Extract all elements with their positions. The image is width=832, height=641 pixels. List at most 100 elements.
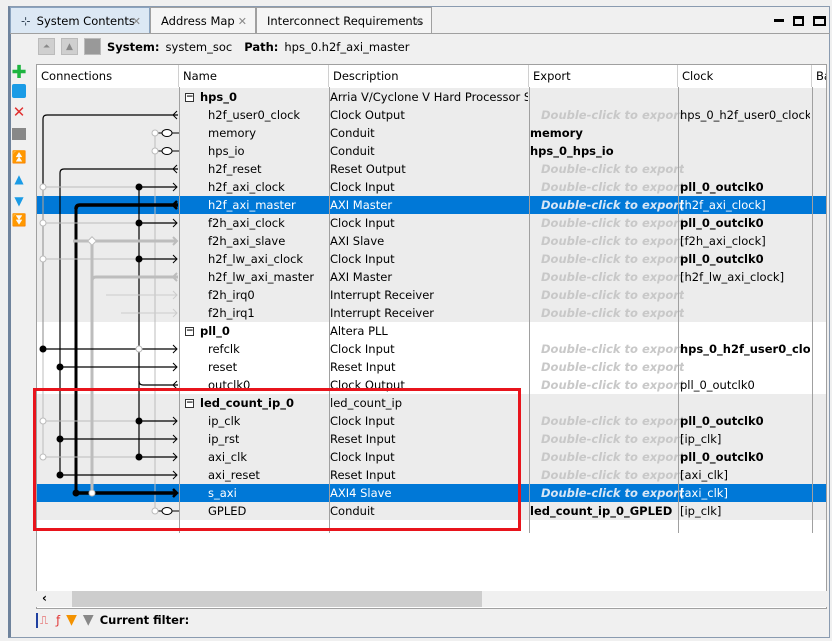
conduit-dot[interactable] xyxy=(151,147,159,155)
close-icon[interactable]: ✕ xyxy=(414,15,423,28)
conduit-icon[interactable] xyxy=(161,147,173,155)
column-header-clock[interactable]: Clock xyxy=(678,65,812,87)
interface-name[interactable]: f2h_irq1 xyxy=(208,304,255,322)
component-name[interactable]: − pll_0 xyxy=(185,322,230,340)
clock-value[interactable]: pll_0_outclk0 xyxy=(680,412,810,430)
export-placeholder[interactable]: Double-click to export xyxy=(529,430,684,448)
tab-address-map[interactable]: Address Map ✕ xyxy=(150,7,256,34)
scrollbar-thumb[interactable] xyxy=(72,591,482,607)
minimize-icon[interactable] xyxy=(774,19,784,22)
export-value[interactable]: led_count_ip_0_GPLED xyxy=(530,502,672,520)
export-placeholder[interactable]: Double-click to export xyxy=(529,214,684,232)
clock-value[interactable]: [f2h_axi_clock] xyxy=(680,232,810,250)
move-top-button[interactable]: ⏶ xyxy=(38,38,55,55)
export-placeholder[interactable]: Double-click to export xyxy=(529,484,684,502)
interface-name[interactable]: h2f_reset xyxy=(208,160,262,178)
conduit-dot[interactable] xyxy=(151,129,159,137)
clock-value[interactable]: [h2f_lw_axi_clock] xyxy=(680,268,810,286)
interface-name[interactable]: h2f_lw_axi_clock xyxy=(208,250,303,268)
tab-system-contents[interactable]: ⊹ System Contents ✕ xyxy=(10,7,150,34)
export-placeholder[interactable]: Double-click to export xyxy=(529,106,684,124)
clock-value[interactable]: hps_0_h2f_user0_clo... xyxy=(680,340,810,358)
export-placeholder[interactable]: Double-click to export xyxy=(529,196,684,214)
clock-value[interactable]: pll_0_outclk0 xyxy=(680,214,810,232)
move-up-button[interactable]: ▲ xyxy=(61,38,78,55)
interface-name[interactable]: f2h_axi_clock xyxy=(208,214,285,232)
clock-value[interactable]: [h2f_axi_clock] xyxy=(680,196,810,214)
remove-icon[interactable]: ✕ xyxy=(10,103,28,121)
export-placeholder[interactable]: Double-click to export xyxy=(529,412,684,430)
clock-value[interactable] xyxy=(680,160,810,178)
clock-value[interactable] xyxy=(680,124,810,142)
collapse-icon[interactable]: − xyxy=(185,327,194,336)
clock-value[interactable]: [ip_clk] xyxy=(680,502,810,520)
connection-dot[interactable] xyxy=(135,183,143,191)
interface-name[interactable]: refclk xyxy=(208,340,240,358)
interface-name[interactable]: hps_io xyxy=(208,142,245,160)
open-connection-dot[interactable] xyxy=(87,236,97,246)
export-placeholder[interactable]: Double-click to export xyxy=(529,178,684,196)
scroll-left-icon[interactable]: ‹ xyxy=(42,591,47,605)
move-top-icon[interactable]: ⏫ xyxy=(10,150,28,164)
clock-value[interactable] xyxy=(680,394,810,412)
interface-name[interactable]: h2f_user0_clock xyxy=(208,106,300,124)
open-connection-dot[interactable] xyxy=(39,219,47,227)
column-header-description[interactable]: Description xyxy=(329,65,529,87)
column-header-export[interactable]: Export xyxy=(529,65,678,87)
clock-value[interactable] xyxy=(680,88,810,106)
export-placeholder[interactable]: Double-click to export xyxy=(529,160,684,178)
maximize-icon[interactable] xyxy=(813,16,826,26)
connection-line[interactable] xyxy=(138,380,178,386)
connection-line[interactable] xyxy=(74,203,178,210)
add-component-icon[interactable] xyxy=(12,84,26,98)
connection-dot[interactable] xyxy=(135,255,143,263)
open-connection-dot[interactable] xyxy=(39,183,47,191)
conduit-icon[interactable] xyxy=(161,129,173,137)
clock-value[interactable]: [axi_clk] xyxy=(680,466,810,484)
clear-filter-icon[interactable]: ▼ xyxy=(83,612,94,628)
connection-dot[interactable] xyxy=(39,345,47,353)
move-bottom-icon[interactable]: ⏬ xyxy=(10,213,28,227)
interface-name[interactable]: h2f_lw_axi_master xyxy=(208,268,314,286)
open-connection-dot[interactable] xyxy=(135,345,143,353)
open-connection-dot[interactable] xyxy=(39,255,47,263)
column-header-name[interactable]: Name xyxy=(179,65,329,87)
detach-icon[interactable] xyxy=(793,16,804,26)
export-placeholder[interactable]: Double-click to export xyxy=(529,250,684,268)
horizontal-scrollbar[interactable]: ‹ xyxy=(36,591,827,607)
clock-value[interactable] xyxy=(680,358,810,376)
interface-name[interactable]: memory xyxy=(208,124,256,142)
clock-value[interactable]: [axi_clk] xyxy=(680,484,810,502)
clock-value[interactable]: pll_0_outclk0 xyxy=(680,250,810,268)
clock-value[interactable] xyxy=(680,322,810,340)
export-placeholder[interactable]: Double-click to export xyxy=(529,358,684,376)
clock-value[interactable] xyxy=(680,286,810,304)
clock-filter-icon[interactable]: ⎍ xyxy=(36,612,50,628)
clock-value[interactable]: pll_0_outclk0 xyxy=(680,178,810,196)
interface-name[interactable]: h2f_axi_master xyxy=(208,196,296,214)
interface-name[interactable]: f2h_irq0 xyxy=(208,286,255,304)
clock-value[interactable]: pll_0_outclk0 xyxy=(680,448,810,466)
edit-icon[interactable] xyxy=(12,128,26,140)
export-value[interactable]: memory xyxy=(530,124,583,142)
export-placeholder[interactable]: Double-click to export xyxy=(529,304,684,322)
tab-interconnect-requirements[interactable]: Interconnect Requirements ✕ xyxy=(256,7,432,34)
reset-filter-icon[interactable]: ƒ xyxy=(56,613,60,627)
clock-value[interactable] xyxy=(680,142,810,160)
export-placeholder[interactable]: Double-click to export xyxy=(529,376,684,394)
interface-name[interactable]: reset xyxy=(208,358,237,376)
connection-dot[interactable] xyxy=(135,219,143,227)
move-up-icon[interactable]: ▲ xyxy=(10,172,28,186)
collapse-icon[interactable]: − xyxy=(185,93,194,102)
interface-name[interactable]: h2f_axi_clock xyxy=(208,178,285,196)
clock-value[interactable]: hps_0_h2f_user0_clock xyxy=(680,106,810,124)
close-icon[interactable]: ✕ xyxy=(238,15,247,28)
clock-value[interactable]: pll_0_outclk0 xyxy=(680,376,810,394)
close-icon[interactable]: ✕ xyxy=(132,15,141,28)
hierarchy-button[interactable] xyxy=(84,38,101,55)
interface-name[interactable]: f2h_axi_slave xyxy=(208,232,285,250)
connection-dot[interactable] xyxy=(56,363,64,371)
connection-line[interactable] xyxy=(90,275,178,282)
export-placeholder[interactable]: Double-click to export xyxy=(529,466,684,484)
component-name[interactable]: − hps_0 xyxy=(185,88,237,106)
